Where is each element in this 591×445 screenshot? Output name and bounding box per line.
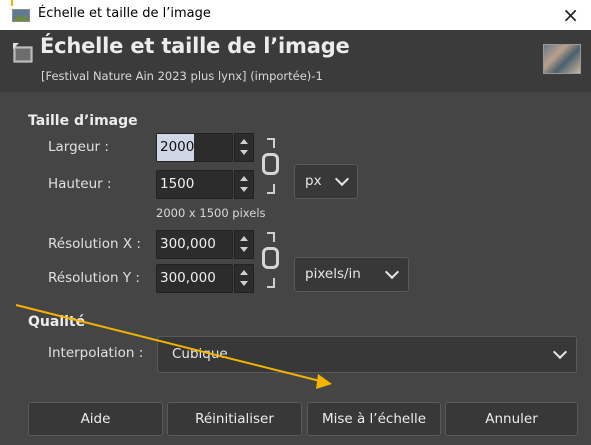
resolution-x-input[interactable]: 300,000 xyxy=(156,230,233,259)
dialog-subtitle: [Festival Nature Ain 2023 plus lynx] (im… xyxy=(41,69,323,83)
resolution-y-stepper[interactable] xyxy=(234,264,254,293)
cancel-button[interactable]: Annuler xyxy=(445,402,578,436)
scale-button[interactable]: Mise à l’échelle xyxy=(307,402,441,436)
height-value: 1500 xyxy=(160,176,195,192)
chevron-down-icon xyxy=(384,264,400,280)
chevron-down-icon xyxy=(552,344,568,360)
scale-image-icon xyxy=(13,43,33,63)
resolution-x-stepper[interactable] xyxy=(234,230,254,259)
size-unit-select[interactable]: px xyxy=(294,164,358,199)
resolution-y-input[interactable]: 300,000 xyxy=(156,264,233,293)
gimp-scale-icon xyxy=(12,9,30,22)
resolution-unit-value: pixels/in xyxy=(305,266,361,282)
size-unit-value: px xyxy=(305,173,322,189)
window-titlebar: Échelle et taille de l’image × xyxy=(0,0,591,30)
resolution-x-label: Résolution X : xyxy=(48,236,141,252)
height-input[interactable]: 1500 xyxy=(156,170,233,199)
image-thumbnail xyxy=(543,44,581,74)
interpolation-value: Cubique xyxy=(172,346,228,362)
reset-button[interactable]: Réinitialiser xyxy=(167,402,302,436)
quality-section-label: Qualité xyxy=(28,314,86,330)
chain-link-icon[interactable] xyxy=(262,138,280,194)
resolution-unit-select[interactable]: pixels/in xyxy=(294,257,409,292)
height-stepper[interactable] xyxy=(234,170,254,199)
interpolation-select[interactable]: Cubique xyxy=(157,336,577,373)
width-value: 2000 xyxy=(157,134,195,161)
height-label: Hauteur : xyxy=(48,176,112,192)
dialog-title: Échelle et taille de l’image xyxy=(40,34,350,58)
resolution-y-value: 300,000 xyxy=(160,270,216,286)
resolution-y-label: Résolution Y : xyxy=(48,270,140,286)
width-stepper[interactable] xyxy=(234,133,254,162)
dialog-header: Échelle et taille de l’image [Festival N… xyxy=(0,30,591,92)
chevron-down-icon xyxy=(334,171,350,187)
width-input[interactable]: 2000 xyxy=(156,133,233,162)
window-title: Échelle et taille de l’image xyxy=(38,6,211,21)
resolution-chain-link-icon[interactable] xyxy=(262,232,280,288)
size-summary: 2000 x 1500 pixels xyxy=(156,206,266,220)
resolution-x-value: 300,000 xyxy=(160,236,216,252)
close-icon[interactable]: × xyxy=(562,2,579,28)
interpolation-label: Interpolation : xyxy=(48,345,144,361)
help-button[interactable]: Aide xyxy=(28,402,163,436)
image-size-section-label: Taille d’image xyxy=(28,113,138,129)
width-label: Largeur : xyxy=(48,139,109,155)
scale-image-dialog: Échelle et taille de l’image [Festival N… xyxy=(0,30,591,445)
